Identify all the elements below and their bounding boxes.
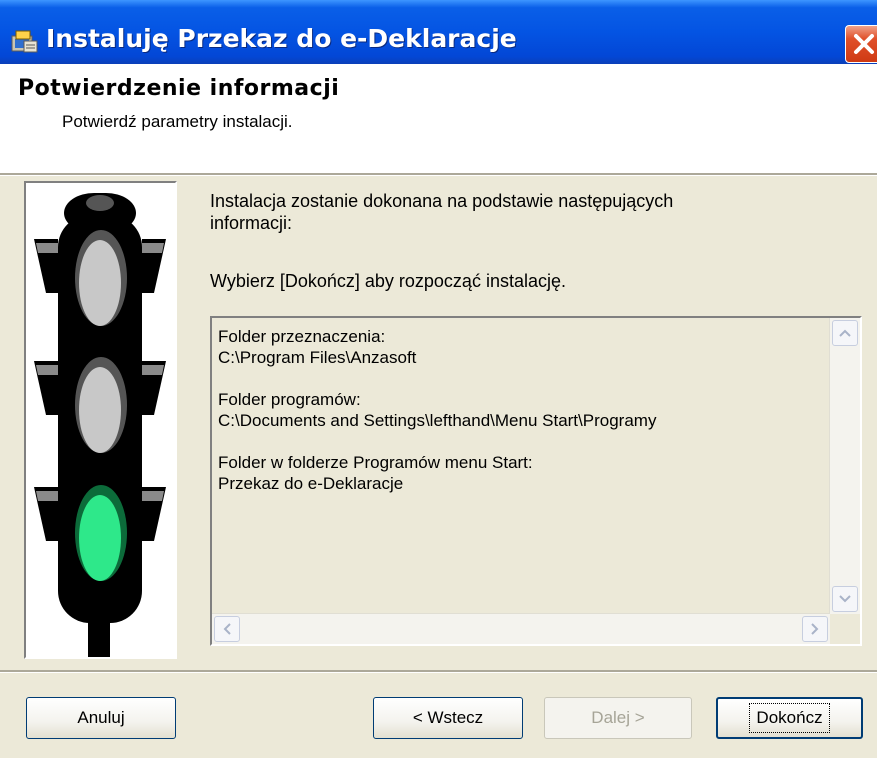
scroll-left-button[interactable] <box>214 616 240 642</box>
traffic-light-image <box>24 181 177 659</box>
scroll-right-button[interactable] <box>802 616 828 642</box>
vertical-scrollbar[interactable] <box>829 318 860 614</box>
header-divider <box>0 173 877 176</box>
footer-divider <box>0 670 877 673</box>
installer-icon <box>10 27 40 60</box>
summary-content: Folder przeznaczenia: C:\Program Files\A… <box>218 326 826 494</box>
summary-textbox[interactable]: Folder przeznaczenia: C:\Program Files\A… <box>210 316 862 646</box>
next-button[interactable]: Dalej > <box>544 697 692 739</box>
page-subtitle: Potwierdź parametry instalacji. <box>62 112 293 131</box>
chevron-right-icon <box>811 623 819 635</box>
finish-button-label: Dokończ <box>749 703 830 733</box>
close-icon <box>854 34 874 54</box>
scroll-down-button[interactable] <box>832 586 858 612</box>
cancel-button[interactable]: Anuluj <box>26 697 176 739</box>
start-menu-folder-label: Folder w folderze Programów menu Start: <box>218 453 533 472</box>
intro-text-line2: informacji: <box>210 213 293 233</box>
horizontal-scrollbar[interactable] <box>212 613 830 644</box>
title-bar[interactable]: Instaluję Przekaz do e-Deklaracje <box>0 0 877 64</box>
back-button[interactable]: < Wstecz <box>373 697 523 739</box>
intro-text-line1: Instalacja zostanie dokonana na podstawi… <box>210 191 674 211</box>
wizard-header: Potwierdzenie informacji Potwierdź param… <box>0 64 877 173</box>
programs-folder-value: C:\Documents and Settings\lefthand\Menu … <box>218 411 657 430</box>
chevron-left-icon <box>223 623 231 635</box>
start-menu-folder-value: Przekaz do e-Deklaracje <box>218 474 404 493</box>
close-button[interactable] <box>845 25 877 63</box>
window-title: Instaluję Przekaz do e-Deklaracje <box>46 24 517 53</box>
traffic-light-icon <box>34 193 166 657</box>
destination-folder-value: C:\Program Files\Anzasoft <box>218 348 417 367</box>
chevron-up-icon <box>839 329 851 337</box>
chevron-down-icon <box>839 595 851 603</box>
instruction-text: Wybierz [Dokończ] aby rozpocząć instalac… <box>210 271 566 291</box>
programs-folder-label: Folder programów: <box>218 390 361 409</box>
destination-folder-label: Folder przeznaczenia: <box>218 327 386 346</box>
finish-button[interactable]: Dokończ <box>716 697 863 739</box>
scroll-up-button[interactable] <box>832 320 858 346</box>
page-title: Potwierdzenie informacji <box>18 76 340 101</box>
scrollbar-corner <box>830 614 860 644</box>
